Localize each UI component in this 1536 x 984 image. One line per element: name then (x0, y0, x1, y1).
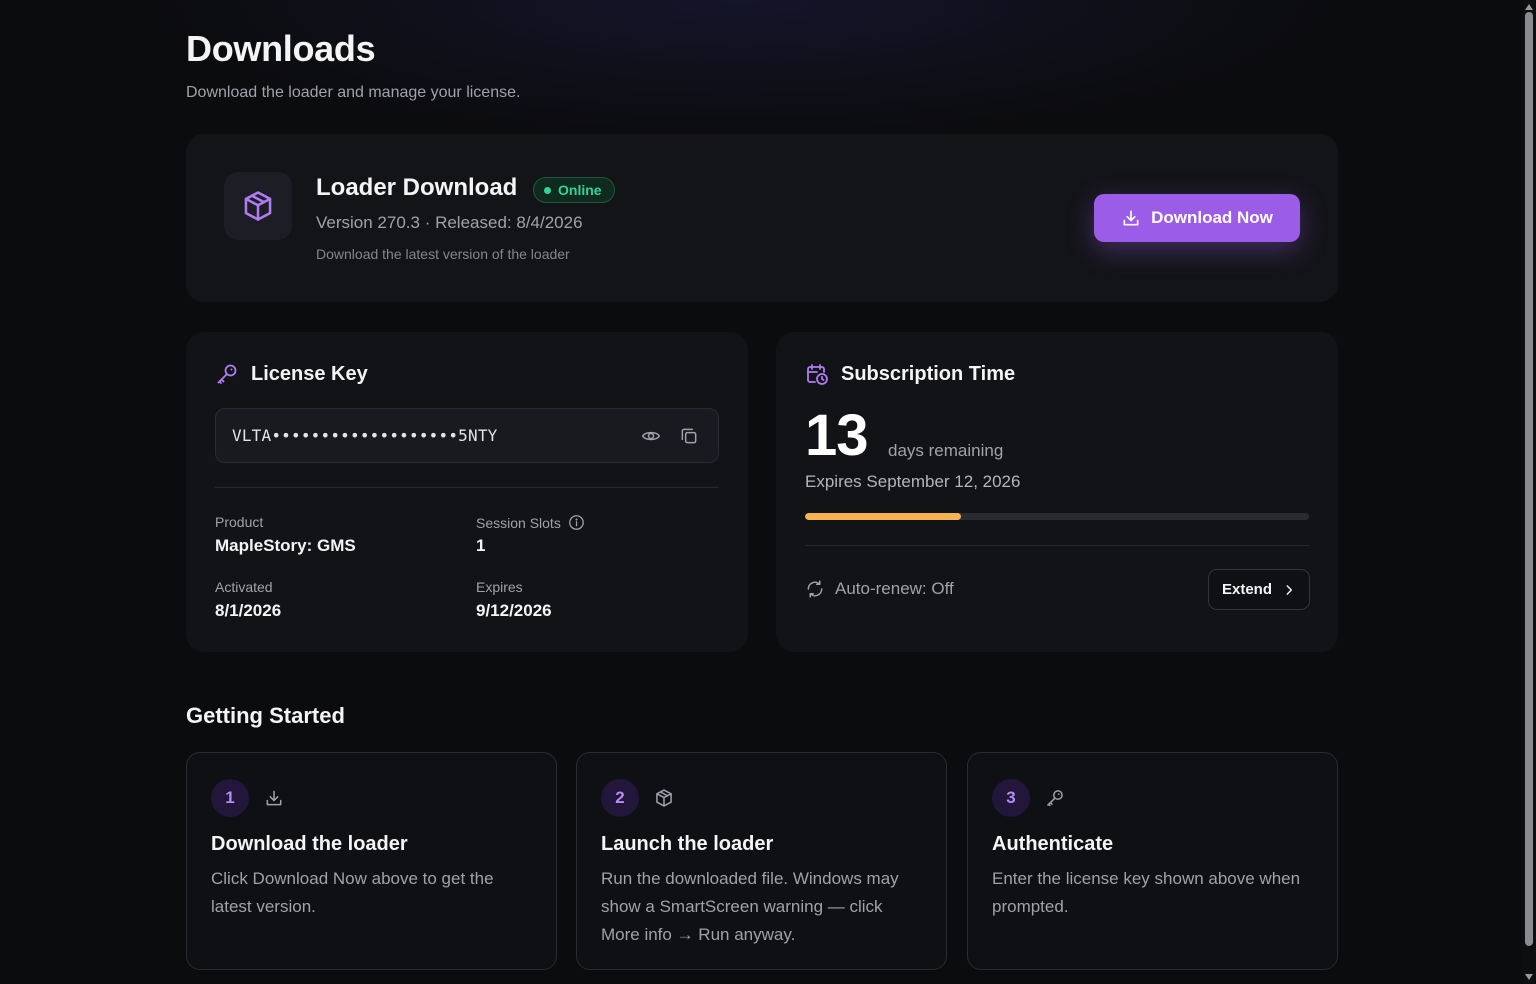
product-value: MapleStory: GMS (215, 536, 356, 555)
session-slots-value: 1 (476, 536, 486, 555)
status-label: Online (558, 182, 602, 198)
scroll-thumb[interactable] (1525, 12, 1533, 946)
step-card-download: 1 Download the loader Click Download Now… (186, 752, 557, 970)
subscription-divider (805, 545, 1309, 546)
loader-title: Loader Download (316, 174, 518, 201)
step-description: Click Download Now above to get the late… (211, 869, 494, 916)
session-slots-label: Session Slots (476, 514, 561, 531)
calendar-clock-icon (807, 364, 828, 385)
page-scrollbar[interactable] (1522, 0, 1536, 984)
loader-download-card: Loader Download Online Version 270.3 · R… (186, 134, 1338, 302)
status-dot (544, 186, 551, 194)
loader-version-meta: Version 270.3 · Released: 8/4/2026 (316, 213, 583, 232)
license-key-title: License Key (251, 362, 368, 385)
step-title: Authenticate (992, 833, 1114, 855)
download-now-button[interactable]: Download Now (1094, 194, 1300, 242)
license-key-value: VLTA•••••••••••••••••••5NTY (232, 426, 498, 445)
subscription-progress-track (805, 513, 1309, 520)
session-slots-label-group: Session Slots (476, 514, 585, 531)
step-title: Launch the loader (601, 833, 774, 855)
download-now-label: Download Now (1151, 208, 1273, 227)
step-number-badge: 2 (601, 779, 639, 817)
subscription-header: Subscription Time (805, 362, 1015, 386)
subscription-expiry: Expires September 12, 2026 (805, 472, 1021, 491)
days-remaining-label: days remaining (888, 441, 1004, 460)
auto-renew-label: Auto-renew: Off (835, 579, 954, 598)
auto-renew-status: Auto-renew: Off (805, 579, 954, 599)
license-key-card: License Key VLTA•••••••••••••••••••5NTY … (186, 332, 748, 652)
activated-label: Activated (215, 579, 273, 595)
loader-icon-tile (224, 172, 292, 240)
reveal-key-button[interactable] (639, 424, 663, 448)
subscription-time-card: Subscription Time 13 days remaining Expi… (776, 332, 1338, 652)
license-divider (215, 487, 719, 488)
extend-button[interactable]: Extend (1208, 569, 1310, 610)
days-remaining-count: 13 (805, 403, 869, 468)
license-key-field: VLTA•••••••••••••••••••5NTY (215, 408, 719, 463)
key-icon (1044, 787, 1066, 809)
step-card-authenticate: 3 Authenticate Enter the license key sho… (967, 752, 1338, 970)
product-label: Product (215, 514, 264, 530)
key-icon (217, 364, 237, 384)
expires-label: Expires (476, 579, 523, 595)
download-icon (263, 787, 285, 809)
copy-key-button[interactable] (677, 424, 701, 448)
getting-started-title: Getting Started (186, 703, 345, 728)
chevron-right-icon (1286, 584, 1293, 595)
loader-description: Download the latest version of the loade… (316, 246, 570, 262)
eye-icon (641, 431, 661, 441)
cube-icon (244, 191, 272, 221)
step-number-badge: 3 (992, 779, 1030, 817)
expires-value: 9/12/2026 (476, 601, 552, 620)
step-title: Download the loader (211, 833, 408, 855)
activated-value: 8/1/2026 (215, 601, 282, 620)
refresh-icon (807, 580, 823, 598)
page-title: Downloads (186, 28, 376, 69)
status-badge: Online (533, 177, 615, 203)
scroll-down-arrow[interactable] (1525, 974, 1533, 980)
step-card-launch: 2 Launch the loader Run the downloaded f… (576, 752, 947, 970)
license-key-header: License Key (215, 362, 368, 386)
download-icon (1123, 210, 1139, 226)
subscription-title: Subscription Time (841, 362, 1016, 385)
step-number-badge: 1 (211, 779, 249, 817)
page-subtitle: Download the loader and manage your lice… (186, 84, 521, 101)
extend-label: Extend (1221, 581, 1272, 598)
cube-icon (653, 787, 675, 809)
step-description: Enter the license key shown above when p… (992, 869, 1301, 916)
subscription-progress-fill (805, 513, 962, 520)
step-description: Run the downloaded file. Windows may sho… (601, 869, 899, 944)
copy-icon (681, 428, 697, 444)
info-icon[interactable] (568, 514, 585, 531)
scroll-up-arrow[interactable] (1525, 4, 1533, 10)
